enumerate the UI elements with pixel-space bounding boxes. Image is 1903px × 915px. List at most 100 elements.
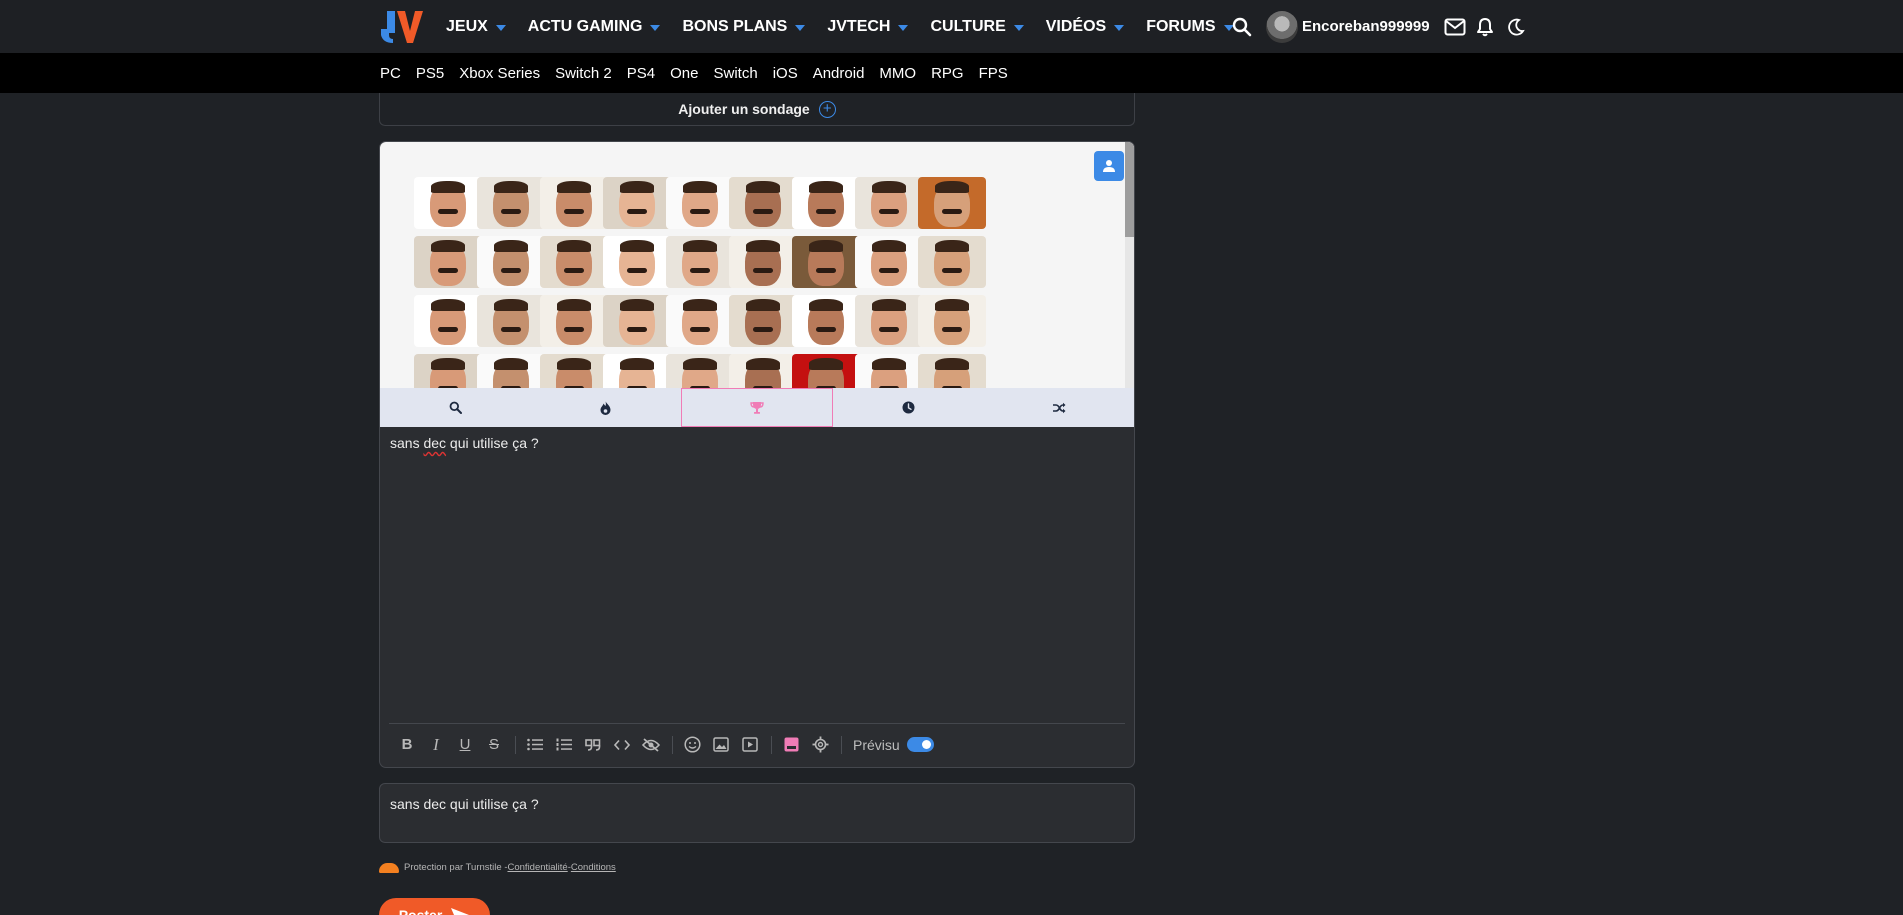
sticker-item[interactable] (792, 295, 860, 347)
platform-link-switch[interactable]: Switch (714, 65, 758, 82)
sticker-item[interactable] (603, 236, 671, 288)
sticker-item[interactable] (918, 354, 986, 388)
sticker-item[interactable] (414, 177, 482, 229)
quote-button[interactable] (581, 733, 605, 757)
sticker-item[interactable] (414, 236, 482, 288)
sticker-item[interactable] (414, 295, 482, 347)
sticker-hair (620, 181, 654, 193)
sticker-item[interactable] (666, 295, 734, 347)
sticker-item[interactable] (729, 236, 797, 288)
platform-link-ios[interactable]: iOS (773, 65, 798, 82)
nav-videos[interactable]: VIDÉOS (1046, 18, 1125, 36)
sticker-tab-top[interactable] (680, 388, 834, 427)
sticker-tab-random[interactable] (984, 388, 1134, 427)
platform-link-fps[interactable]: FPS (979, 65, 1008, 82)
sticker-item[interactable] (855, 295, 923, 347)
mail-icon[interactable] (1444, 18, 1466, 36)
sticker-item[interactable] (792, 236, 860, 288)
toolbar-divider (841, 735, 842, 754)
numbered-list-button[interactable] (552, 733, 576, 757)
settings-button[interactable] (808, 733, 832, 757)
bell-icon[interactable] (1476, 17, 1494, 37)
nav-jeux[interactable]: JEUX (446, 18, 506, 36)
sticker-item[interactable] (918, 236, 986, 288)
platform-link-rpg[interactable]: RPG (931, 65, 964, 82)
sticker-item[interactable] (477, 236, 545, 288)
sticker-item[interactable] (729, 295, 797, 347)
sticker-item[interactable] (414, 354, 482, 388)
sticker-item[interactable] (855, 354, 923, 388)
nav-actu-gaming[interactable]: ACTU GAMING (528, 18, 661, 36)
nav-forums[interactable]: FORUMS (1146, 17, 1234, 36)
sticker-item[interactable] (729, 354, 797, 388)
sticker-item[interactable] (666, 236, 734, 288)
sticker-scrollbar[interactable] (1125, 142, 1134, 237)
platform-link-ps5[interactable]: PS5 (416, 65, 444, 82)
strikethrough-icon: S (488, 736, 499, 753)
sticker-mustache (816, 268, 836, 273)
sticker-item[interactable] (729, 177, 797, 229)
avatar[interactable] (1266, 10, 1298, 43)
underline-button[interactable]: U (453, 733, 477, 757)
platform-link-xbox-series[interactable]: Xbox Series (459, 65, 540, 82)
nav-bons-plans[interactable]: BONS PLANS (682, 18, 806, 36)
platform-link-android[interactable]: Android (813, 65, 865, 82)
sticker-item[interactable] (540, 354, 608, 388)
strikethrough-button[interactable]: S (482, 733, 506, 757)
username[interactable]: Encoreban999999 (1302, 18, 1430, 35)
sticker-item[interactable] (603, 295, 671, 347)
bullet-list-button[interactable] (523, 733, 547, 757)
sticker-item[interactable] (792, 354, 860, 388)
video-button[interactable] (738, 733, 762, 757)
sticker-item[interactable] (792, 177, 860, 229)
platform-link-one[interactable]: One (670, 65, 698, 82)
post-button[interactable]: Poster (379, 898, 490, 915)
sticker-item[interactable] (855, 177, 923, 229)
platform-link-ps4[interactable]: PS4 (627, 65, 655, 82)
platform-link-pc[interactable]: PC (380, 65, 401, 82)
sticker-item[interactable] (918, 177, 986, 229)
bold-button[interactable]: B (395, 733, 419, 757)
search-icon (449, 401, 462, 414)
sticker-item[interactable] (855, 236, 923, 288)
platform-link-switch-2[interactable]: Switch 2 (555, 65, 612, 82)
sticker-button[interactable] (779, 733, 803, 757)
sticker-tab-popular[interactable] (530, 388, 680, 427)
jv-logo[interactable] (379, 9, 423, 43)
sticker-item[interactable] (603, 354, 671, 388)
nav-culture[interactable]: CULTURE (930, 18, 1024, 36)
emoji-button[interactable] (680, 733, 704, 757)
sticker-item[interactable] (603, 177, 671, 229)
sticker-item[interactable] (540, 295, 608, 347)
nav-label: FORUMS (1146, 17, 1216, 35)
preview-toggle[interactable] (906, 737, 934, 752)
sticker-item[interactable] (477, 295, 545, 347)
user-stickers-button[interactable] (1094, 151, 1124, 181)
sticker-hair (620, 299, 654, 311)
sticker-tab-search[interactable] (380, 388, 530, 427)
sticker-tab-recent[interactable] (833, 388, 983, 427)
sticker-item[interactable] (918, 295, 986, 347)
sticker-item[interactable] (540, 236, 608, 288)
search-icon[interactable] (1232, 17, 1252, 37)
sticker-item[interactable] (477, 177, 545, 229)
sticker-hair (494, 240, 528, 252)
sticker-item[interactable] (477, 354, 545, 388)
sticker-item[interactable] (666, 354, 734, 388)
italic-button[interactable]: I (424, 733, 448, 757)
nav-jvtech[interactable]: JVTECH (827, 18, 909, 36)
sticker-mustache (942, 209, 962, 214)
spoiler-button[interactable] (639, 733, 663, 757)
sticker-item[interactable] (540, 177, 608, 229)
moon-icon[interactable] (1507, 18, 1525, 36)
image-button[interactable] (709, 733, 733, 757)
chevron-down-icon (495, 24, 506, 31)
quote-icon (585, 738, 601, 751)
code-button[interactable] (610, 733, 634, 757)
add-poll-button[interactable]: Ajouter un sondage + (379, 93, 1135, 126)
message-textarea[interactable]: sans dec qui utilise ça ? (390, 435, 1124, 451)
terms-link[interactable]: Conditions (571, 862, 616, 873)
sticker-item[interactable] (666, 177, 734, 229)
privacy-link[interactable]: Confidentialité (508, 862, 568, 873)
platform-link-mmo[interactable]: MMO (879, 65, 916, 82)
